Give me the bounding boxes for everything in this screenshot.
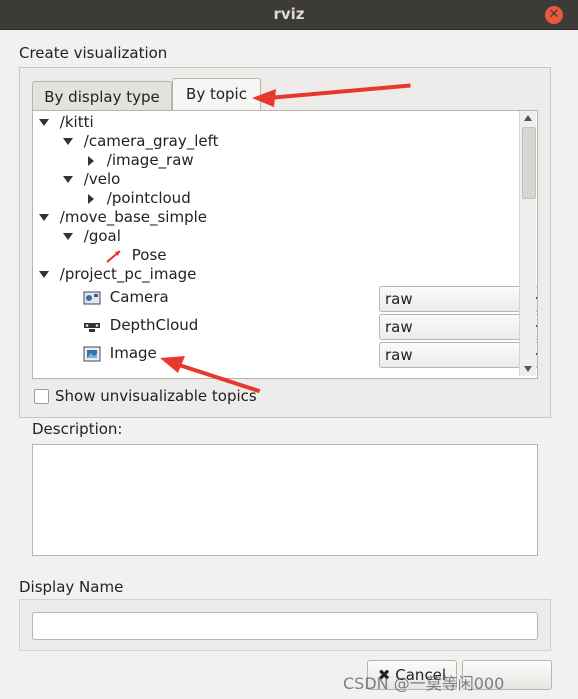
- tree-item-pose[interactable]: Pose: [105, 246, 167, 265]
- pose-arrow-icon: [106, 249, 121, 263]
- tree-scrollbar[interactable]: [519, 111, 536, 376]
- title-bar: rviz ✕: [0, 0, 578, 30]
- tree-item-goal[interactable]: /goal: [63, 227, 121, 246]
- show-unvisualizable-checkbox[interactable]: [34, 389, 49, 404]
- display-name-label: Display Name: [19, 578, 124, 596]
- depthcloud-topic-combo[interactable]: raw: [379, 314, 537, 340]
- topic-tree[interactable]: /kitti /camera_gray_left /image_raw /vel…: [32, 110, 538, 379]
- description-box: [32, 444, 538, 556]
- tree-item-move-base-simple[interactable]: /move_base_simple: [39, 208, 207, 227]
- image-icon: [83, 346, 101, 361]
- arrowhead-icon: [160, 356, 185, 373]
- expand-arrow-icon[interactable]: [39, 271, 49, 278]
- tab-by-topic[interactable]: By topic: [172, 78, 261, 112]
- scroll-up-icon[interactable]: [524, 115, 532, 121]
- scrollbar-thumb[interactable]: [522, 127, 536, 199]
- tree-item-project-pc-image[interactable]: /project_pc_image: [39, 265, 196, 284]
- arrowhead-icon: [252, 89, 276, 107]
- close-icon: ✕: [548, 7, 560, 22]
- collapse-arrow-icon[interactable]: [88, 193, 94, 204]
- description-label: Description:: [32, 420, 123, 438]
- tree-item-depthcloud[interactable]: DepthCloud: [83, 316, 198, 335]
- dialog-heading: Create visualization: [19, 44, 168, 62]
- scroll-down-icon[interactable]: [524, 366, 532, 372]
- watermark: CSDN @一莫等闲000: [343, 674, 505, 693]
- expand-arrow-icon[interactable]: [63, 233, 73, 240]
- tree-item-camera-gray-left[interactable]: /camera_gray_left: [63, 132, 219, 151]
- camera-icon: [83, 291, 101, 304]
- tree-item-image[interactable]: Image: [83, 344, 157, 363]
- expand-arrow-icon[interactable]: [63, 176, 73, 183]
- tree-item-image-raw[interactable]: /image_raw: [88, 151, 194, 170]
- camera-topic-combo[interactable]: raw: [379, 286, 537, 312]
- tree-item-camera[interactable]: Camera: [83, 288, 169, 307]
- tab-by-display-type[interactable]: By display type: [32, 81, 172, 112]
- collapse-arrow-icon[interactable]: [88, 155, 94, 166]
- depthcloud-icon: [84, 322, 100, 332]
- window-title: rviz: [273, 5, 305, 23]
- expand-arrow-icon[interactable]: [39, 214, 49, 221]
- tree-item-kitti[interactable]: /kitti: [39, 113, 94, 132]
- display-name-input[interactable]: [32, 612, 538, 640]
- image-topic-combo[interactable]: raw: [379, 342, 537, 368]
- expand-arrow-icon[interactable]: [63, 138, 73, 145]
- expand-arrow-icon[interactable]: [39, 119, 49, 126]
- close-button[interactable]: ✕: [545, 6, 563, 24]
- tree-item-velo[interactable]: /velo: [63, 170, 120, 189]
- show-unvisualizable-label[interactable]: Show unvisualizable topics: [55, 387, 257, 405]
- tree-item-pointcloud[interactable]: /pointcloud: [88, 189, 191, 208]
